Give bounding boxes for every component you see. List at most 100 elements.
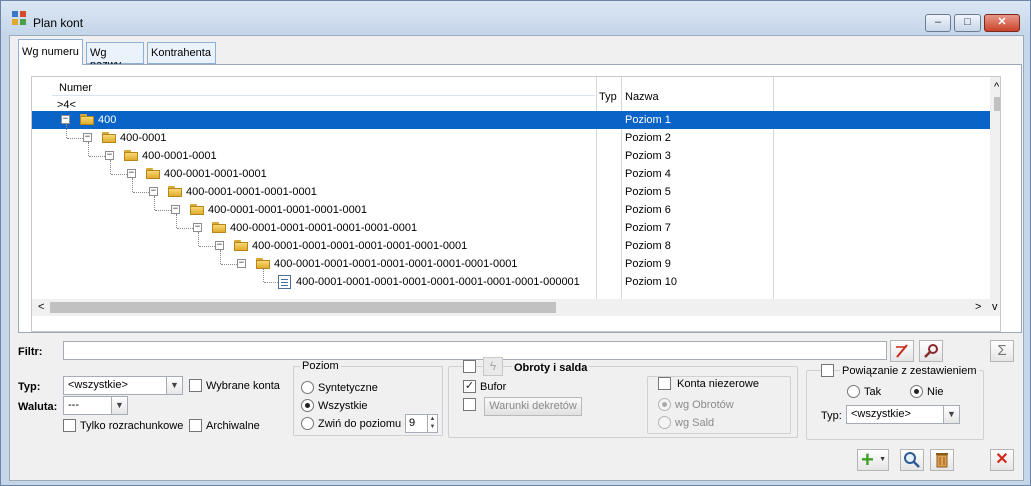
table-row[interactable]: − 400 Poziom 1 <box>32 111 990 129</box>
row-numer: 400-0001-0001-0001-0001-0001-0001-0001 <box>252 240 468 252</box>
col-header-typ[interactable]: Typ <box>599 91 617 103</box>
close-window-button[interactable]: ✕ <box>984 14 1020 32</box>
waluta-select[interactable]: --- ▼ <box>63 396 128 415</box>
typ-select[interactable]: <wszystkie> ▼ <box>63 376 183 395</box>
search-button[interactable] <box>900 449 924 471</box>
row-numer: 400-0001-0001 <box>142 150 217 162</box>
wybrane-konta-checkbox[interactable] <box>189 379 202 392</box>
poziom-legend: Poziom <box>300 360 341 372</box>
wg-sald-radio[interactable] <box>658 416 671 429</box>
collapse-icon[interactable]: − <box>127 169 136 178</box>
client-area: Wg numeru Wg nazwy Kontrahenta Numer >4<… <box>9 35 1024 481</box>
window: Plan kont – □ ✕ Wg numeru Wg nazwy Kontr… <box>0 0 1031 486</box>
typ-select-value: <wszystkie> <box>68 379 128 391</box>
syntetyczne-radio[interactable] <box>301 381 314 394</box>
close-button[interactable]: ✕ <box>990 449 1014 471</box>
tylko-rozrachunkowe-label: Tylko rozrachunkowe <box>80 420 184 432</box>
wg-obrotow-radio[interactable] <box>658 398 671 411</box>
filter-builder-button[interactable] <box>919 340 943 362</box>
table-row[interactable]: − 400-0001-0001-0001-0001 Poziom 5 <box>32 178 990 201</box>
bufor-checkbox[interactable]: ✓ <box>463 380 476 393</box>
sigma-icon[interactable]: Σ <box>990 340 1014 362</box>
scroll-right-icon[interactable]: > <box>975 301 981 313</box>
obroty-checkbox[interactable] <box>463 360 476 373</box>
nie-label: Nie <box>927 386 944 398</box>
scroll-down-icon[interactable]: v <box>992 301 998 313</box>
table-row[interactable]: − 400-0001-0001-0001-0001-0001-0001-0001… <box>32 250 990 273</box>
row-numer: 400-0001-0001-0001-0001-0001-0001-0001-0… <box>274 258 518 270</box>
title-bar: Plan kont – □ ✕ <box>1 1 1030 35</box>
scroll-left-icon[interactable]: < <box>38 301 44 313</box>
warunki-checkbox[interactable] <box>463 398 476 411</box>
add-icon: + <box>861 447 874 472</box>
row-nazwa: Poziom 9 <box>625 258 671 270</box>
vertical-scroll-thumb[interactable] <box>994 97 1000 111</box>
collapse-icon[interactable]: − <box>171 205 180 214</box>
powiazanie-checkbox[interactable] <box>821 364 834 377</box>
zwin-radio[interactable] <box>301 417 314 430</box>
chevron-down-icon[interactable]: ▼ <box>166 377 182 394</box>
wszystkie-label: Wszystkie <box>318 400 368 412</box>
collapse-icon[interactable]: − <box>237 259 246 268</box>
collapse-icon[interactable]: − <box>193 223 202 232</box>
tab-wg-nazwy[interactable]: Wg nazwy <box>86 42 144 71</box>
minimize-button[interactable]: – <box>925 14 951 32</box>
stepper-arrows-icon[interactable]: ▲ ▼ <box>427 415 437 432</box>
row-nazwa: Poziom 5 <box>625 186 671 198</box>
wszystkie-radio[interactable] <box>301 399 314 412</box>
chevron-down-icon[interactable]: ▼ <box>111 397 127 414</box>
vertical-scrollbar[interactable]: ^ <box>990 77 1000 299</box>
numer-filter-value[interactable]: >4< <box>57 99 76 111</box>
collapse-icon[interactable]: − <box>149 187 158 196</box>
row-numer: 400-0001 <box>120 132 167 144</box>
horizontal-scroll-thumb[interactable] <box>50 302 556 313</box>
wg-obrotow-label: wg Obrotów <box>675 399 734 411</box>
table-row[interactable]: − 400-0001-0001-0001-0001-0001-0001 Pozi… <box>32 214 990 237</box>
delete-button[interactable] <box>930 449 954 471</box>
row-numer: 400 <box>98 114 117 126</box>
col-header-numer[interactable]: Numer <box>59 82 92 94</box>
row-numer: 400-0001-0001-0001-0001-0001-0001-0001-0… <box>296 276 580 288</box>
bufor-label: Bufor <box>480 381 507 393</box>
row-numer: 400-0001-0001-0001-0001-0001 <box>208 204 368 216</box>
account-document-icon <box>278 275 291 289</box>
nie-radio[interactable] <box>910 385 923 398</box>
chevron-down-icon[interactable]: ▼ <box>943 406 959 423</box>
zwin-level-stepper[interactable]: 9 ▲ ▼ <box>405 414 438 433</box>
chevron-down-icon[interactable]: ▼ <box>879 456 886 463</box>
tab-kontrahenta[interactable]: Kontrahenta <box>147 42 216 64</box>
add-button[interactable]: + ▼ <box>857 447 889 472</box>
zwin-level-value: 9 <box>409 417 416 429</box>
warunki-dekretow-button[interactable]: Warunki dekretów <box>484 397 582 416</box>
table-row[interactable]: − 400-0001-0001-0001 Poziom 4 <box>32 160 990 183</box>
table-row[interactable]: 400-0001-0001-0001-0001-0001-0001-0001-0… <box>32 268 990 291</box>
table-row[interactable]: − 400-0001 Poziom 2 <box>32 124 990 147</box>
tylko-rozrachunkowe-checkbox[interactable] <box>63 419 76 432</box>
col-header-nazwa[interactable]: Nazwa <box>625 91 659 103</box>
folder-icon <box>124 150 138 161</box>
collapse-icon[interactable]: − <box>61 115 70 124</box>
collapse-icon[interactable]: − <box>105 151 114 160</box>
waluta-select-value: --- <box>68 399 79 411</box>
accounts-grid: Numer >4< Typ Nazwa − 400 Poziom 1 − 400… <box>31 76 1001 332</box>
table-row[interactable]: − 400-0001-0001-0001-0001-0001-0001-0001… <box>32 232 990 255</box>
search-icon <box>904 452 920 468</box>
archiwalne-checkbox[interactable] <box>189 419 202 432</box>
powiazanie-typ-select[interactable]: <wszystkie> ▼ <box>846 405 960 424</box>
tab-wg-numeru[interactable]: Wg numeru <box>18 39 83 65</box>
folder-icon <box>234 240 248 251</box>
scroll-up-icon[interactable]: ^ <box>994 81 999 93</box>
wybrane-konta-label: Wybrane konta <box>206 380 280 392</box>
collapse-icon[interactable]: − <box>83 133 92 142</box>
filter-input[interactable] <box>63 341 887 360</box>
row-numer: 400-0001-0001-0001-0001 <box>186 186 317 198</box>
tak-radio[interactable] <box>847 385 860 398</box>
collapse-icon[interactable]: − <box>215 241 224 250</box>
horizontal-scrollbar[interactable]: < > v <box>32 299 1000 316</box>
table-row[interactable]: − 400-0001-0001 Poziom 3 <box>32 142 990 165</box>
lightning-icon[interactable]: ϟ <box>483 357 503 376</box>
maximize-button[interactable]: □ <box>954 14 981 32</box>
konta-niezerowe-checkbox[interactable] <box>658 377 671 390</box>
folder-icon <box>146 168 160 179</box>
clear-filter-button[interactable] <box>890 340 914 362</box>
